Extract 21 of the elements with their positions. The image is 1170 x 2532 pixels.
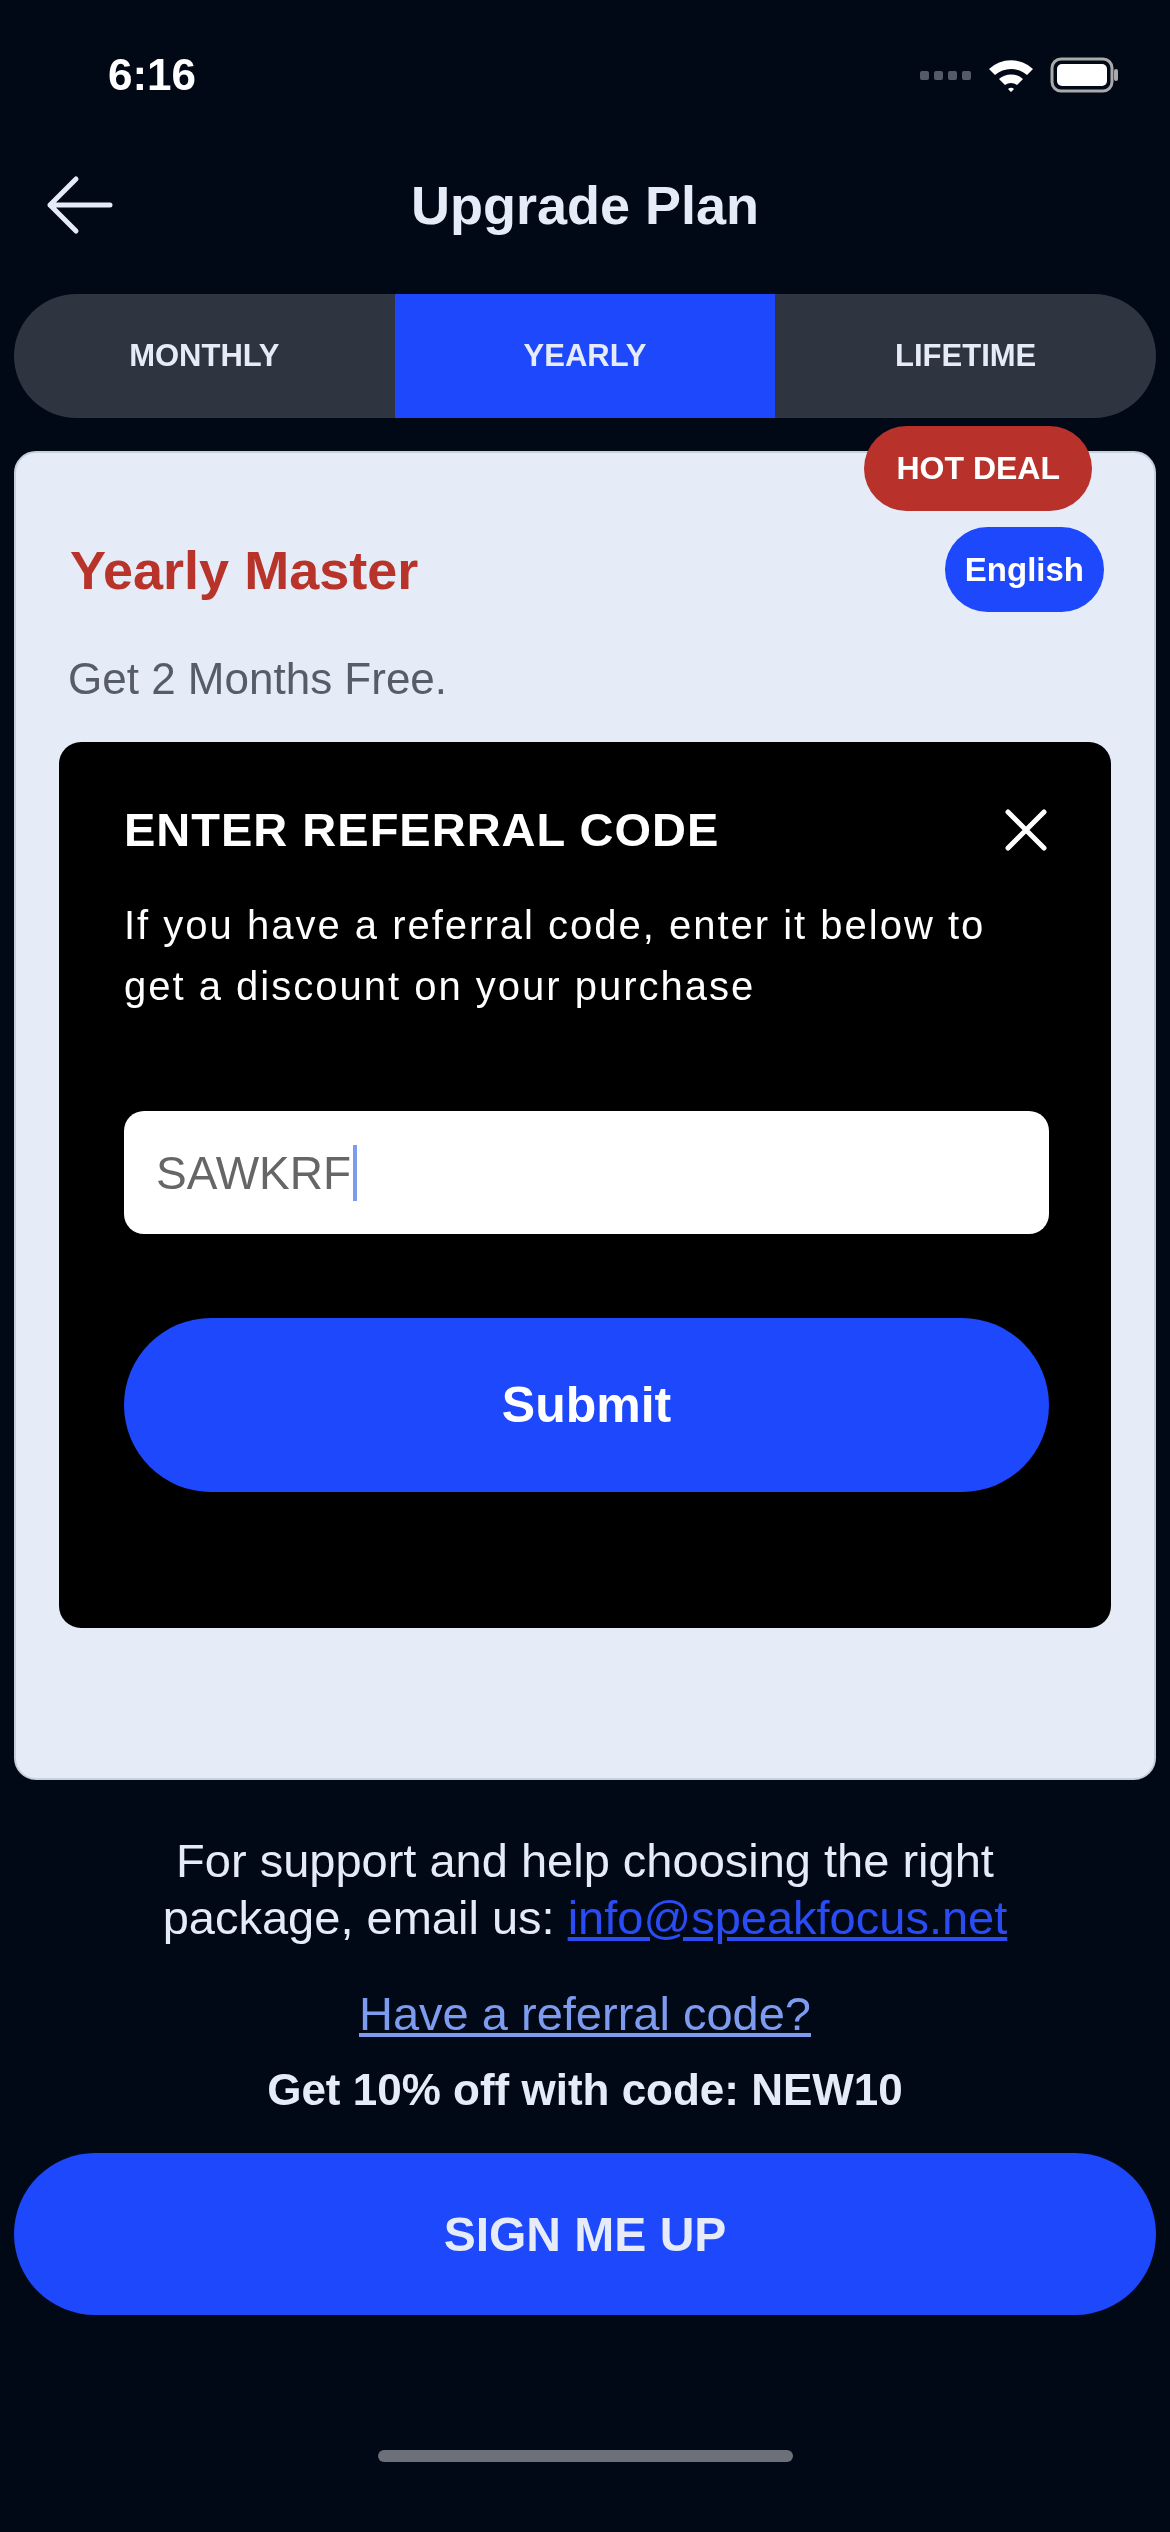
sign-up-button[interactable]: SIGN ME UP: [14, 2153, 1156, 2315]
dialog-description: If you have a referral code, enter it below to get a discount on your purchase: [124, 902, 987, 1010]
email-link[interactable]: info@speakfocus.net: [567, 1891, 1008, 1944]
battery-icon: [1050, 57, 1120, 93]
promo-text: Get 10% off with code: NEW10: [267, 2065, 903, 2115]
signal-icon: [920, 68, 972, 82]
close-icon[interactable]: [1003, 806, 1049, 853]
dialog-title: ENTER REFERRAL CODE: [124, 802, 720, 857]
plan-tab[interactable]: YEARLY: [394, 294, 776, 418]
hot-deal-badge: HOT DEAL: [864, 426, 1092, 511]
referral-code-field[interactable]: SAWKRF: [124, 1111, 1049, 1234]
referral-link[interactable]: Have a referral code?: [359, 1986, 811, 2041]
support-text: For support and help choosing the right package, email us: info@speakfocus.net: [161, 1833, 1009, 1946]
page-title: Upgrade Plan: [410, 174, 760, 236]
plan-subtitle: Get 2 Months Free.: [68, 654, 449, 704]
submit-button[interactable]: Submit: [124, 1318, 1049, 1492]
status-time: 6:16: [108, 50, 197, 100]
language-badge: English: [944, 527, 1104, 612]
plan-name: Yearly Master: [70, 538, 419, 601]
plan-tab[interactable]: MONTHLY: [14, 294, 395, 418]
plan-tab[interactable]: LIFETIME: [775, 294, 1156, 418]
